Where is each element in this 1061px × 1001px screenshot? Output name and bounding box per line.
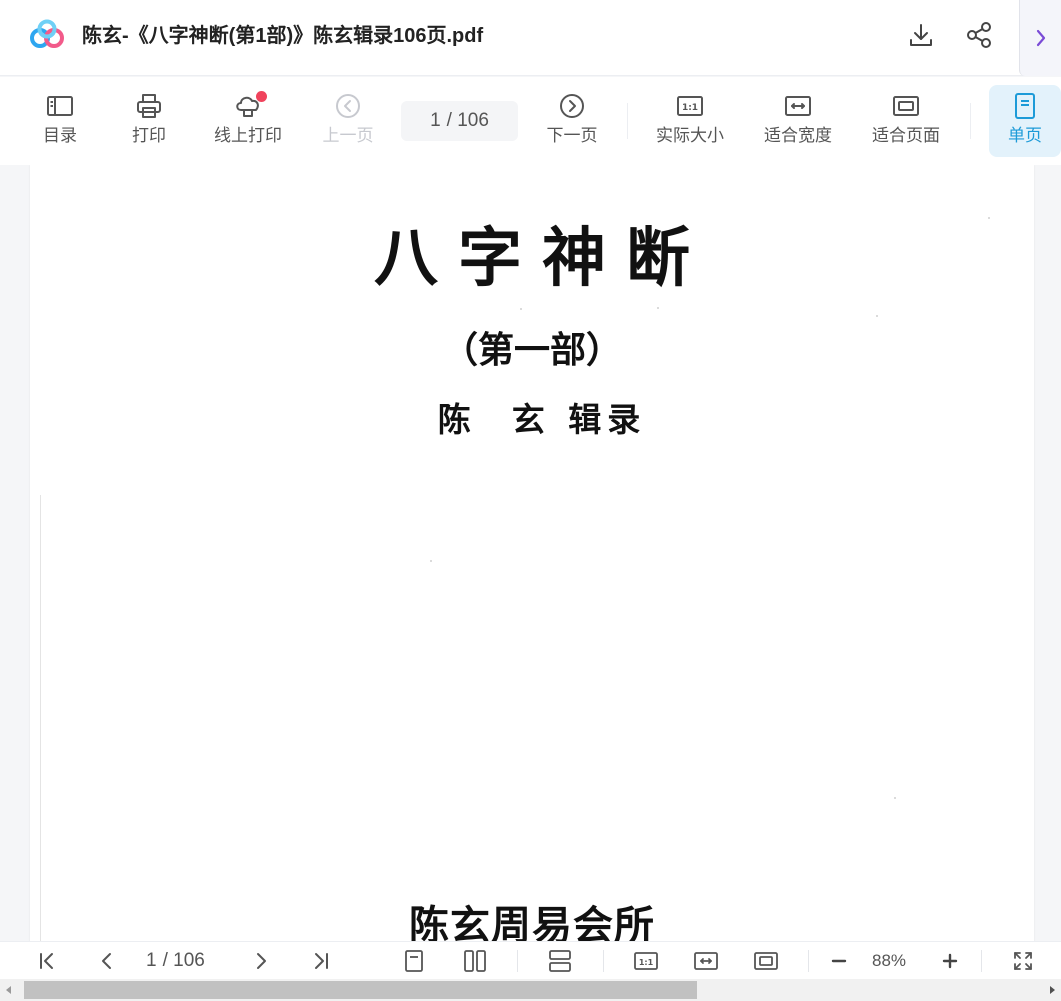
toc-icon [47, 96, 73, 116]
prev-page-small-button[interactable] [94, 948, 120, 974]
bottom-total-pages: / 106 [162, 950, 205, 971]
chevron-right-icon [257, 953, 266, 969]
bottom-divider [981, 950, 982, 972]
single-page-label: 单页 [1008, 126, 1042, 145]
scan-speck [430, 560, 432, 562]
title-bar: 陈玄-《八字神断(第1部)》陈玄辑录106页.pdf [0, 0, 1061, 76]
scan-edge-line [40, 495, 41, 941]
chevron-left-icon [102, 953, 111, 969]
toc-button[interactable]: 目录 [36, 91, 84, 153]
bottom-divider [603, 950, 604, 972]
pdf-subtitle: （第一部） [441, 329, 622, 371]
actual-size-icon: 1:1 [677, 96, 703, 116]
toc-label: 目录 [43, 126, 77, 145]
minus-icon [831, 959, 847, 963]
share-icon [967, 22, 991, 48]
page-number-input[interactable]: 1 / 106 [401, 101, 518, 141]
scrollbar-thumb[interactable] [24, 981, 697, 999]
actual-size-button[interactable]: 1:1 实际大小 [652, 91, 728, 153]
app-logo-icon [28, 19, 66, 51]
circle-chevron-right-icon [560, 94, 584, 118]
last-page-icon [315, 953, 328, 969]
toolbar-divider [627, 103, 628, 139]
circle-chevron-left-icon [336, 94, 360, 118]
prev-page-button[interactable]: 上一页 [318, 91, 378, 153]
bottom-current-page: 1 [146, 950, 157, 971]
chevron-right-icon [1036, 29, 1045, 47]
scan-speck [657, 307, 659, 309]
notification-dot [256, 91, 267, 102]
prev-page-label: 上一页 [322, 126, 374, 145]
bottom-page-indicator[interactable]: 1 / 106 [146, 948, 211, 974]
toolbar-divider [970, 103, 971, 139]
toolbar: 目录 打印 线上打印 上一页 1 / 106 下一页 1:1 实际大小 适合宽度… [0, 77, 1061, 165]
current-page: 1 [430, 110, 441, 131]
download-button[interactable] [904, 18, 938, 52]
single-page-icon [405, 950, 423, 972]
scroll-left-button[interactable] [0, 979, 18, 1001]
fit-page-label: 适合页面 [872, 126, 940, 145]
bottom-divider [517, 950, 518, 972]
fit-width-small-button[interactable] [692, 948, 720, 974]
online-print-label: 线上打印 [214, 126, 282, 145]
print-label: 打印 [132, 126, 166, 145]
fit-page-button[interactable]: 适合页面 [868, 91, 944, 153]
fit-width-label: 适合宽度 [764, 126, 832, 145]
next-page-button[interactable]: 下一页 [542, 91, 602, 153]
single-page-view-button[interactable] [401, 948, 427, 974]
online-print-button[interactable]: 线上打印 [208, 91, 288, 153]
actual-size-label: 实际大小 [656, 126, 724, 145]
svg-text:1:1: 1:1 [639, 958, 654, 967]
first-page-button[interactable] [34, 948, 60, 974]
continuous-view-button[interactable] [546, 948, 574, 974]
scan-speck [894, 797, 896, 799]
two-page-icon [464, 950, 486, 972]
horizontal-scrollbar[interactable] [0, 979, 1061, 1001]
pdf-publisher: 陈玄周易会所 [409, 902, 655, 941]
scan-speck [520, 308, 522, 310]
single-page-icon [1015, 93, 1035, 119]
document-title: 陈玄-《八字神断(第1部)》陈玄辑录106页.pdf [82, 25, 484, 47]
printer-icon [137, 94, 161, 118]
download-icon [910, 24, 932, 46]
fit-page-small-button[interactable] [752, 948, 780, 974]
scan-speck [876, 315, 878, 317]
fullscreen-button[interactable] [1010, 948, 1036, 974]
continuous-scroll-icon [549, 950, 571, 972]
first-page-icon [40, 953, 53, 969]
fit-width-button[interactable]: 适合宽度 [760, 91, 836, 153]
actual-size-icon: 1:1 [634, 952, 658, 970]
pdf-author: 陈 玄 辑录 [437, 400, 647, 439]
zoom-out-button[interactable] [826, 948, 852, 974]
last-page-button[interactable] [308, 948, 334, 974]
total-pages: / 106 [446, 110, 489, 131]
bottom-divider [808, 950, 809, 972]
pdf-main-title: 八字神断 [374, 221, 710, 296]
fullscreen-icon [1014, 952, 1032, 970]
zoom-in-button[interactable] [937, 948, 963, 974]
triangle-left-icon [6, 986, 11, 994]
print-button[interactable]: 打印 [125, 91, 173, 153]
pdf-page: 八字神断 （第一部） 陈 玄 辑录 陈玄周易会所 [30, 165, 1034, 941]
next-page-small-button[interactable] [248, 948, 274, 974]
triangle-right-icon [1050, 986, 1055, 994]
fit-width-icon [785, 96, 811, 116]
document-viewport[interactable]: 八字神断 （第一部） 陈 玄 辑录 陈玄周易会所 [0, 165, 1061, 941]
next-page-label: 下一页 [546, 126, 598, 145]
zoom-level[interactable]: 88% [872, 948, 906, 974]
plus-icon [942, 953, 958, 969]
single-page-button[interactable]: 单页 [989, 85, 1061, 157]
fit-page-icon [893, 96, 919, 116]
actual-size-small-button[interactable]: 1:1 [632, 948, 660, 974]
scan-speck [988, 217, 990, 219]
bottom-bar: 1 / 106 1:1 88% [0, 941, 1061, 979]
share-button[interactable] [962, 18, 996, 52]
sidebar-toggle-button[interactable] [1019, 0, 1061, 76]
scroll-right-button[interactable] [1043, 979, 1061, 1001]
svg-text:1:1: 1:1 [682, 103, 698, 113]
fit-page-icon [754, 952, 778, 970]
two-page-view-button[interactable] [461, 948, 489, 974]
fit-width-icon [694, 952, 718, 970]
